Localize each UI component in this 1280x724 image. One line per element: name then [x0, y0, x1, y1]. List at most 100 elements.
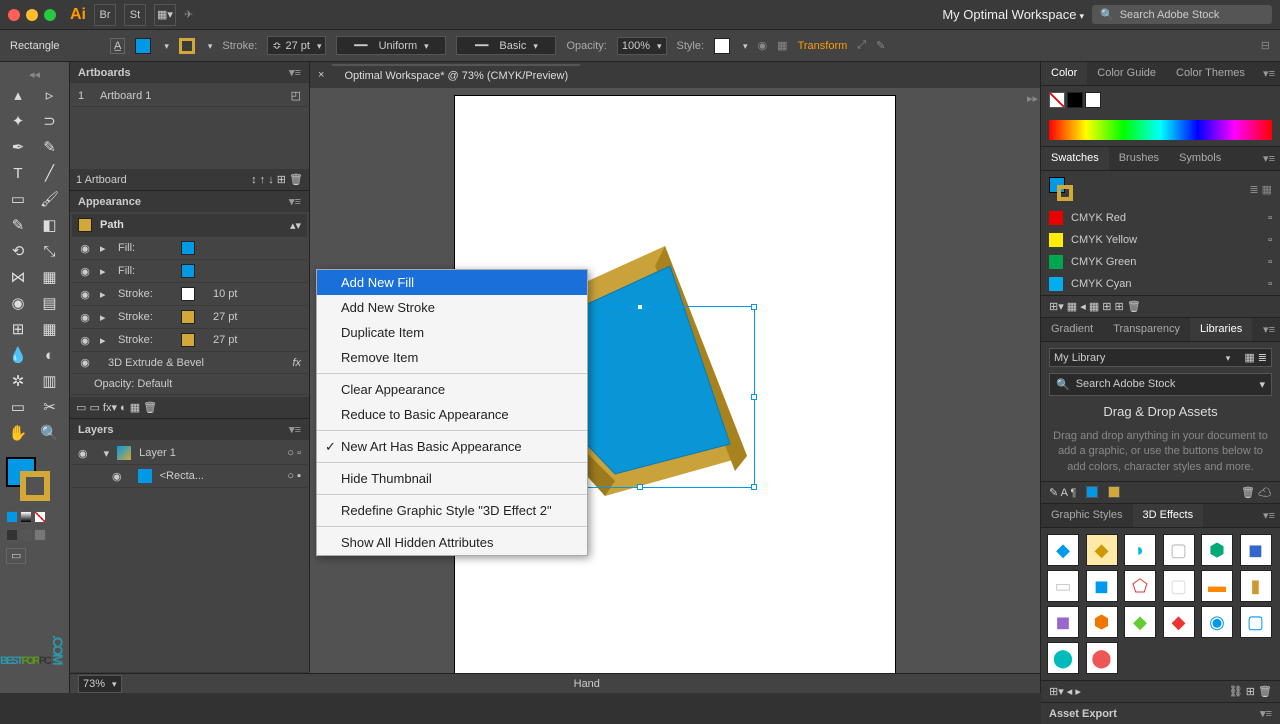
appearance-row[interactable]: ◉▸Fill: — [72, 260, 307, 283]
ctx-item[interactable]: Duplicate Item — [317, 320, 587, 345]
effect-thumb[interactable]: ▬ — [1201, 570, 1233, 602]
tab-close-icon[interactable]: × — [318, 69, 324, 81]
type-tool[interactable]: T — [4, 161, 32, 185]
document-tab[interactable]: Optimal Workspace* @ 73% (CMYK/Preview) — [332, 64, 580, 86]
draw-normal[interactable] — [6, 529, 18, 541]
artboard-row[interactable]: 1 Artboard 1 ◰ — [72, 85, 307, 107]
slice-tool[interactable]: ✂ — [36, 395, 64, 419]
effect-thumb[interactable]: ◼ — [1047, 606, 1079, 638]
panel-menu-icon[interactable]: ▾≡ — [1258, 504, 1280, 527]
symbol-sprayer-tool[interactable]: ✲ — [4, 369, 32, 393]
magic-wand-tool[interactable]: ✦ — [4, 109, 32, 133]
layer-child-row[interactable]: ◉ <Recta... ○ ▪ — [72, 465, 307, 488]
tab-transparency[interactable]: Transparency — [1103, 318, 1190, 341]
fill-swatch[interactable] — [135, 38, 151, 54]
effect-thumb[interactable]: ◆ — [1047, 534, 1079, 566]
panel-menu-icon[interactable]: ▾≡ — [1258, 147, 1280, 170]
paintbrush-tool[interactable]: 🖌 — [36, 187, 64, 211]
appearance-fx-row[interactable]: ◉3D Extrude & Bevelfx — [72, 352, 307, 374]
eraser-tool[interactable]: ◧ — [36, 213, 64, 237]
gradient-tool[interactable]: ▦ — [36, 317, 64, 341]
zoom-tool[interactable]: 🔍 — [36, 421, 64, 445]
stroke-color[interactable] — [20, 471, 50, 501]
rotate-tool[interactable]: ⟲ — [4, 239, 32, 263]
tab-libraries[interactable]: Libraries — [1190, 318, 1252, 341]
ctx-item[interactable]: Redefine Graphic Style "3D Effect 2" — [317, 498, 587, 523]
panel-menu-icon[interactable]: ▾≡ — [289, 195, 301, 208]
effect-thumb[interactable]: ◆ — [1086, 534, 1118, 566]
ctx-item[interactable]: Remove Item — [317, 345, 587, 370]
stock-search-input[interactable]: 🔍 Search Adobe Stock — [1092, 5, 1272, 24]
effect-thumb[interactable]: ◼ — [1086, 570, 1118, 602]
brush-dd[interactable]: ━━ Basic — [456, 36, 556, 55]
effect-thumb[interactable]: ▢ — [1163, 534, 1195, 566]
color-spectrum[interactable] — [1049, 120, 1272, 140]
tab-gradient[interactable]: Gradient — [1041, 318, 1103, 341]
ctx-item[interactable]: Add New Fill — [317, 270, 587, 295]
line-tool[interactable]: ╱ — [36, 161, 64, 185]
stock-icon[interactable]: St — [124, 4, 146, 26]
zoom-dd[interactable]: 73% — [78, 675, 122, 693]
align-icon[interactable]: ▦ — [777, 39, 787, 52]
effect-thumb[interactable]: ⬤ — [1047, 642, 1079, 674]
edit-icon[interactable]: ✎ — [876, 39, 885, 52]
effect-thumb[interactable]: ⬤ — [1086, 642, 1118, 674]
pen-tool[interactable]: ✒ — [4, 135, 32, 159]
library-search-input[interactable]: 🔍Search Adobe Stock▾ — [1049, 373, 1272, 396]
color-mode[interactable] — [6, 511, 18, 523]
effect-thumb[interactable]: ▭ — [1047, 570, 1079, 602]
layer-row[interactable]: ◉▾ Layer 1 ○ ▫ — [72, 442, 307, 465]
effect-thumb[interactable]: ▢ — [1240, 606, 1272, 638]
ctx-item[interactable]: Hide Thumbnail — [317, 466, 587, 491]
appearance-row[interactable]: ◉▸Fill: — [72, 237, 307, 260]
options-menu-icon[interactable]: ⊟ — [1261, 39, 1270, 52]
swatch-row[interactable]: CMYK Yellow▫ — [1041, 229, 1280, 251]
swatch-row[interactable]: CMYK Green▫ — [1041, 251, 1280, 273]
arrange-docs-icon[interactable]: ▦▾ — [154, 4, 176, 26]
eyedropper-tool[interactable]: 💧 — [4, 343, 32, 367]
tab-symbols[interactable]: Symbols — [1169, 147, 1231, 170]
minimize-window[interactable] — [26, 9, 38, 21]
effect-thumb[interactable]: ⬢ — [1201, 534, 1233, 566]
tools-collapse-icon[interactable]: ◂◂ — [0, 68, 69, 81]
stroke-weight-input[interactable]: ≎27 pt — [267, 36, 326, 55]
effect-thumb[interactable]: ◆ — [1124, 606, 1156, 638]
effect-thumb[interactable]: ⬠ — [1124, 570, 1156, 602]
stroke-swatch[interactable] — [179, 38, 195, 54]
draw-behind[interactable] — [20, 529, 32, 541]
appearance-row[interactable]: ◉▸Stroke:10 pt — [72, 283, 307, 306]
stroke-profile-dd[interactable]: ━━ Uniform — [336, 36, 446, 55]
effect-thumb[interactable]: ⬢ — [1086, 606, 1118, 638]
bridge-icon[interactable]: Br — [94, 4, 116, 26]
tab-color-guide[interactable]: Color Guide — [1087, 62, 1166, 85]
none-mode[interactable] — [34, 511, 46, 523]
opacity-input[interactable]: 100% — [617, 37, 667, 55]
blend-tool[interactable]: ◐ — [36, 343, 64, 367]
draw-inside[interactable] — [34, 529, 46, 541]
appearance-row[interactable]: ◉▸Stroke:27 pt — [72, 329, 307, 352]
direct-selection-tool[interactable]: ▹ — [36, 83, 64, 107]
close-window[interactable] — [8, 9, 20, 21]
lasso-tool[interactable]: ⊃ — [36, 109, 64, 133]
ctx-item[interactable]: Reduce to Basic Appearance — [317, 402, 587, 427]
effect-thumb[interactable]: ◗ — [1124, 534, 1156, 566]
graph-tool[interactable]: ▥ — [36, 369, 64, 393]
shaper-tool[interactable]: ✎ — [4, 213, 32, 237]
text-orient-icon[interactable]: A̲ — [110, 38, 125, 54]
effect-thumb[interactable]: ◆ — [1163, 606, 1195, 638]
panel-menu-icon[interactable]: ▾≡ — [1258, 62, 1280, 85]
tab-brushes[interactable]: Brushes — [1109, 147, 1169, 170]
black-swatch[interactable] — [1067, 92, 1083, 108]
artboard-tool[interactable]: ▭ — [4, 395, 32, 419]
panel-menu-icon[interactable]: ▾≡ — [1258, 318, 1280, 341]
effect-thumb[interactable]: ◼ — [1240, 534, 1272, 566]
swatch-row[interactable]: CMYK Cyan▫ — [1041, 273, 1280, 295]
white-swatch[interactable] — [1085, 92, 1101, 108]
hand-tool[interactable]: ✋ — [4, 421, 32, 445]
panel-menu-icon[interactable]: ▾≡ — [289, 66, 301, 79]
selection-tool[interactable]: ▴ — [4, 83, 32, 107]
style-swatch[interactable] — [714, 38, 730, 54]
ctx-item[interactable]: Clear Appearance — [317, 377, 587, 402]
maximize-window[interactable] — [44, 9, 56, 21]
gpu-icon[interactable]: ✈ — [184, 8, 193, 21]
